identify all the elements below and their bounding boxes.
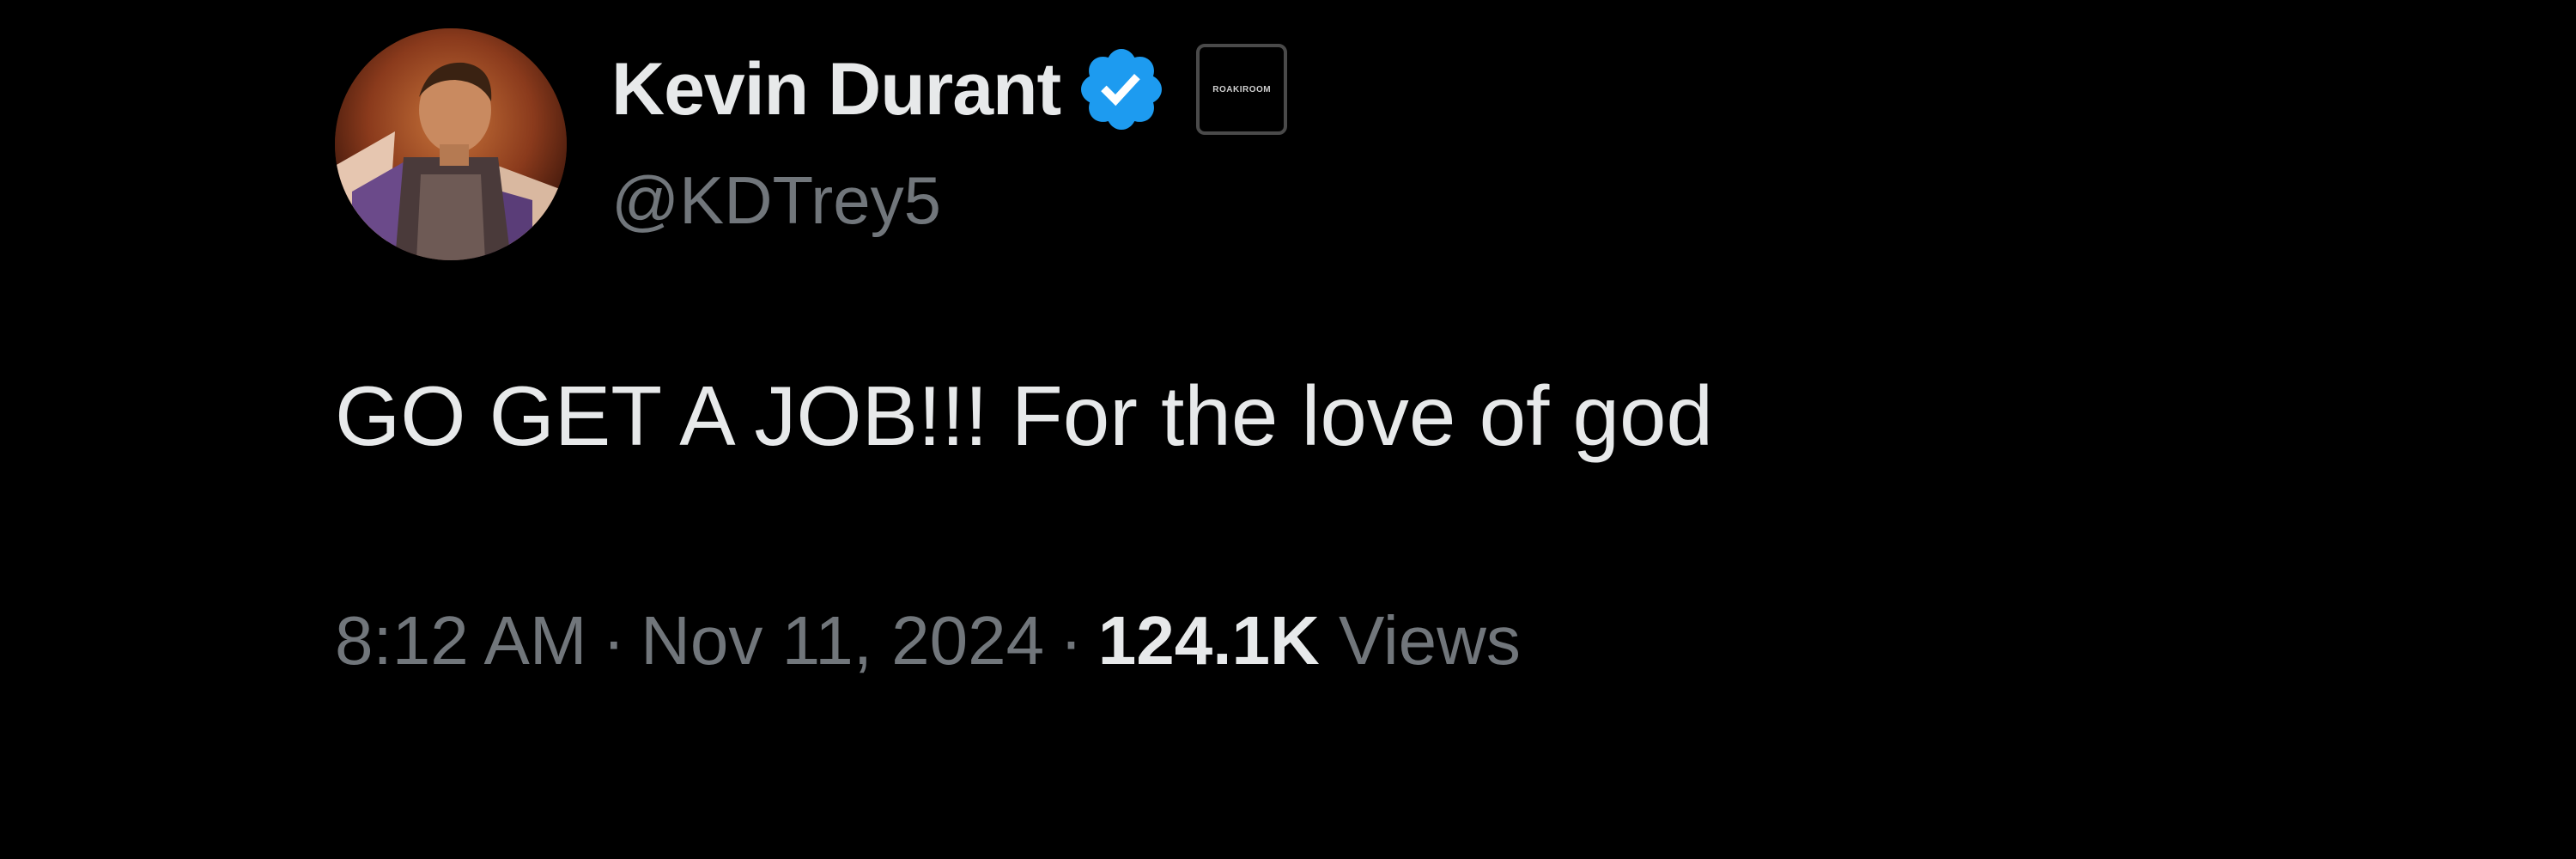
verified-badge-icon[interactable] bbox=[1074, 42, 1169, 137]
affiliate-badge-icon[interactable]: ROAKIROOM bbox=[1196, 44, 1288, 135]
tweet-date[interactable]: Nov 11, 2024 bbox=[641, 602, 1044, 679]
user-handle[interactable]: @KDTrey5 bbox=[611, 161, 941, 240]
name-row: Kevin Durant ROAKIROOM bbox=[611, 38, 1288, 141]
tweet: Kevin Durant ROAKIROOM @KDTrey5 GO GET A… bbox=[0, 0, 2576, 859]
tweet-time[interactable]: 8:12 AM bbox=[335, 602, 587, 679]
views-count[interactable]: 124.1K bbox=[1098, 602, 1320, 679]
meta-separator: · bbox=[602, 602, 626, 679]
display-name[interactable]: Kevin Durant bbox=[611, 47, 1061, 132]
meta-separator: · bbox=[1060, 602, 1083, 679]
tweet-meta: 8:12 AM · Nov 11, 2024 · 124.1K Views bbox=[335, 601, 1521, 680]
affiliate-badge-text: ROAKIROOM bbox=[1212, 84, 1272, 94]
tweet-text: GO GET A JOB!!! For the love of god bbox=[335, 369, 1714, 463]
views-label: Views bbox=[1338, 602, 1521, 679]
avatar[interactable] bbox=[335, 28, 567, 260]
